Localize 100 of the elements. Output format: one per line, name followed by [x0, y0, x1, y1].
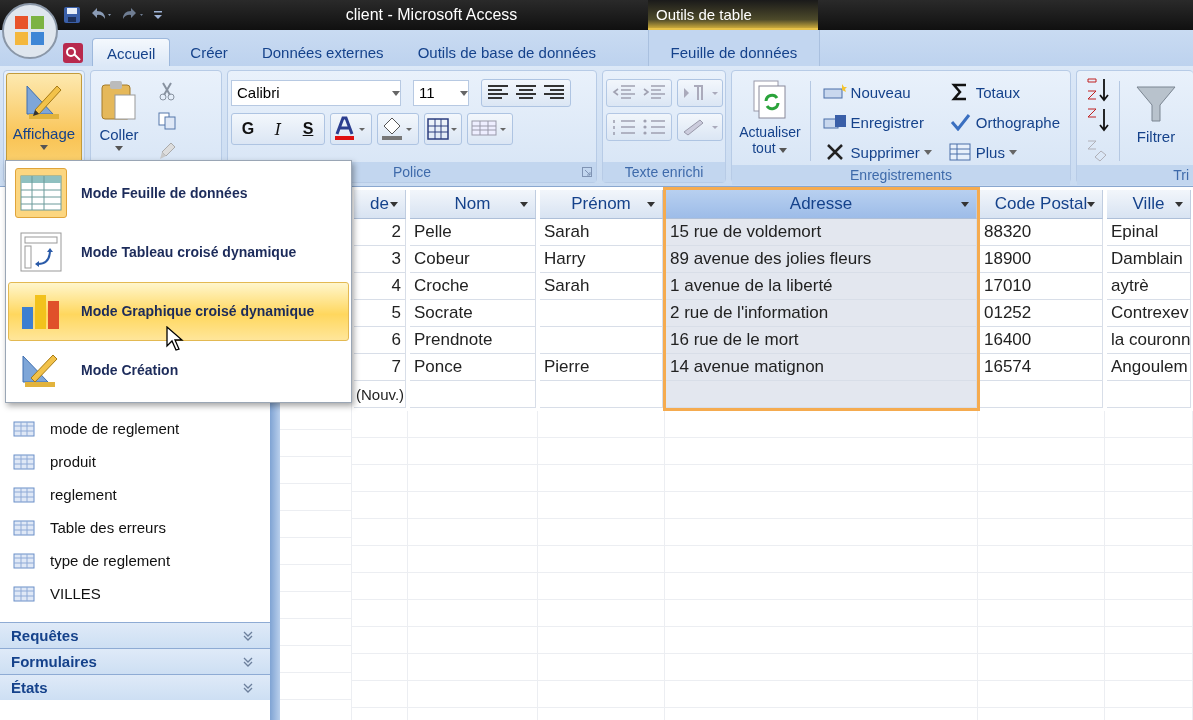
table-cell[interactable]: 6	[354, 327, 406, 354]
font-size-field[interactable]: 11	[413, 80, 469, 106]
record-command[interactable]: Enregistrer	[822, 109, 932, 135]
table-cell[interactable]: 7	[354, 354, 406, 381]
table-column[interactable]: Ville Epinal Damblain aytrè Contrexev la couronn Angoulem	[1104, 187, 1193, 411]
table-cell[interactable]: Socrate	[410, 300, 536, 327]
bold-button[interactable]: G	[233, 115, 263, 143]
nav-table-item[interactable]: mode de reglement	[0, 412, 270, 445]
dropdown-arrow-icon[interactable]	[647, 201, 655, 207]
table-cell[interactable]: 1 avenue de la liberté	[666, 273, 977, 300]
dropdown-arrow-icon[interactable]	[520, 201, 528, 207]
record-command[interactable]: Totaux	[947, 79, 1060, 105]
copy-icon[interactable]	[157, 111, 177, 131]
menu-item[interactable]: Mode Graphique croisé dynamique	[8, 281, 349, 341]
table-icon	[13, 420, 35, 437]
ribbon-tab[interactable]: Données externes	[247, 38, 398, 66]
table-cell[interactable]: aytrè	[1107, 273, 1191, 300]
table-cell[interactable]: 16400	[980, 327, 1103, 354]
dropdown-arrow-icon[interactable]	[390, 201, 398, 207]
caret-icon	[115, 146, 123, 151]
table-cell[interactable]: Contrexev	[1107, 300, 1191, 327]
table-column[interactable]: Code Postal 88320 18900 17010 01252 16400 16574	[977, 187, 1106, 411]
table-column[interactable]: Adresse 15 rue de voldemort 89 avenue des jolies fleurs 1 avenue de la liberté 2 rue de l'information 16 rue de le mort 14 avenue matignon	[663, 187, 980, 411]
table-cell[interactable]: Ponce	[410, 354, 536, 381]
table-cell[interactable]: 15 rue de voldemort	[666, 219, 977, 246]
table-column[interactable]: Nom Pelle Cobeur Croche Socrate Prendnote Ponce	[407, 187, 539, 411]
table-cell[interactable]: 5	[354, 300, 406, 327]
table-cell[interactable]: 4	[354, 273, 406, 300]
table-cell[interactable]: Prendnote	[410, 327, 536, 354]
record-command[interactable]: Plus	[947, 139, 1060, 165]
table-cell[interactable]: 16 rue de le mort	[666, 327, 977, 354]
record-command[interactable]: Supprimer	[822, 139, 932, 165]
dropdown-arrow-icon[interactable]	[1087, 201, 1095, 207]
caret-icon	[40, 145, 48, 150]
refresh-all-button[interactable]: Actualiser tout	[736, 75, 804, 165]
ribbon-tab[interactable]: Créer	[176, 38, 242, 66]
font-name-field[interactable]: Calibri	[231, 80, 401, 106]
ribbon-tab[interactable]: Outils de base de données	[403, 38, 611, 66]
table-cell[interactable]: 2 rue de l'information	[666, 300, 977, 327]
nav-table-item[interactable]: type de reglement	[0, 544, 270, 577]
column-header[interactable]: Adresse	[666, 190, 977, 219]
nav-section-header[interactable]: Formulaires	[0, 648, 270, 674]
ribbon-tab[interactable]: Accueil	[92, 38, 171, 66]
caret-icon	[923, 149, 932, 155]
group-label: Police	[392, 164, 432, 180]
new-record-cell[interactable]	[666, 381, 977, 408]
font-color-icon[interactable]	[330, 113, 372, 145]
nav-table-item[interactable]: Table des erreurs	[0, 511, 270, 544]
nav-section-header[interactable]: États	[0, 674, 270, 700]
fill-color-icon[interactable]	[377, 113, 419, 145]
new-record-cell[interactable]	[980, 381, 1103, 408]
new-record-cell[interactable]: (Nouv.)	[354, 381, 406, 408]
table-cell[interactable]: Cobeur	[410, 246, 536, 273]
record-command[interactable]: Nouveau	[822, 79, 932, 105]
nav-section-header[interactable]: Requêtes	[0, 622, 270, 648]
table-column[interactable]: de 2 3 4 5 6 7 (Nouv.)	[351, 187, 409, 411]
italic-button[interactable]: I	[263, 115, 293, 143]
table-cell[interactable]: 3	[354, 246, 406, 273]
table-cell[interactable]: 89 avenue des jolies fleurs	[666, 246, 977, 273]
underline-button[interactable]: S	[293, 115, 323, 143]
table-cell[interactable]: Croche	[410, 273, 536, 300]
filter-button[interactable]: Filtrer	[1126, 75, 1186, 165]
mouse-pointer-icon	[166, 326, 184, 352]
table-cell[interactable]: Epinal	[1107, 219, 1191, 246]
nav-table-item[interactable]: produit	[0, 445, 270, 478]
nav-table-item[interactable]: reglement	[0, 478, 270, 511]
double-chevron-icon	[242, 629, 254, 642]
sort-ascending-icon[interactable]	[1085, 77, 1109, 103]
table-cell[interactable]: la couronn	[1107, 327, 1191, 354]
table-cell[interactable]: 18900	[980, 246, 1103, 273]
save-record-icon	[822, 113, 847, 131]
table-cell[interactable]: Pelle	[410, 219, 536, 246]
column-header[interactable]: Ville	[1107, 190, 1191, 219]
table-cell[interactable]: 88320	[980, 219, 1103, 246]
menu-item[interactable]: Mode Création	[8, 340, 349, 400]
dropdown-arrow-icon[interactable]	[961, 201, 969, 207]
table-cell[interactable]: Angoulem	[1107, 354, 1191, 381]
new-record-cell[interactable]	[410, 381, 536, 408]
column-header[interactable]: Prénom	[540, 190, 663, 219]
nav-table-item[interactable]: VILLES	[0, 577, 270, 610]
scissors-icon[interactable]	[157, 81, 177, 101]
dropdown-arrow-icon[interactable]	[460, 90, 468, 96]
column-header[interactable]: de	[354, 190, 406, 219]
column-header[interactable]: Nom	[410, 190, 536, 219]
table-cell[interactable]: 14 avenue matignon	[666, 354, 977, 381]
column-header[interactable]: Code Postal	[980, 190, 1103, 219]
table-cell[interactable]: Damblain	[1107, 246, 1191, 273]
save-icon[interactable]	[62, 5, 82, 25]
new-record-cell[interactable]	[1107, 381, 1191, 408]
dropdown-arrow-icon[interactable]	[392, 90, 400, 96]
menu-item[interactable]: Mode Tableau croisé dynamique	[8, 222, 349, 282]
table-cell[interactable]: 17010	[980, 273, 1103, 300]
record-command[interactable]: Orthographe	[947, 109, 1060, 135]
table-cell[interactable]: 2	[354, 219, 406, 246]
table-column[interactable]: Prénom Sarah Harry Sarah Pierre	[537, 187, 666, 411]
sort-descending-icon[interactable]	[1085, 107, 1109, 133]
table-cell[interactable]: 16574	[980, 354, 1103, 381]
dropdown-arrow-icon[interactable]	[1175, 201, 1183, 207]
grid-icon[interactable]	[424, 113, 462, 145]
table-cell[interactable]: 01252	[980, 300, 1103, 327]
